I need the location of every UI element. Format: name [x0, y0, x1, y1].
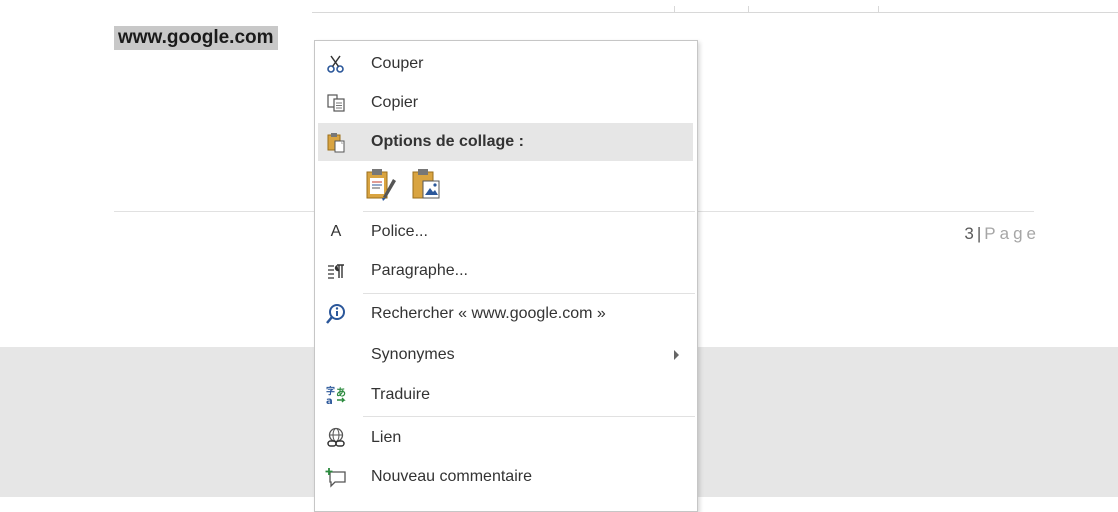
translate-icon: 字aあ: [325, 384, 347, 406]
font-icon: A: [325, 221, 347, 243]
context-menu: Couper Copier Options de collage : A Pol…: [314, 40, 698, 512]
paragraph-icon: [325, 260, 347, 282]
picture-paste-icon[interactable]: [411, 167, 443, 206]
paste-options-row: [365, 167, 443, 205]
menu-item-cut[interactable]: Couper: [315, 45, 697, 83]
paste-icon: [325, 131, 347, 153]
page-number: 3: [964, 224, 975, 243]
menu-item-paragraph[interactable]: Paragraphe...: [315, 252, 697, 290]
menu-item-label: Police...: [371, 223, 428, 240]
menu-item-label: Options de collage :: [371, 133, 524, 150]
page-number-separator: |: [976, 224, 983, 243]
menu-item-label: Rechercher « www.google.com »: [371, 305, 606, 322]
menu-item-label: Lien: [371, 429, 402, 446]
menu-item-copy[interactable]: Copier: [315, 84, 697, 122]
menu-item-label: Copier: [371, 94, 419, 111]
menu-item-label: Traduire: [371, 386, 430, 403]
menu-separator: [363, 211, 695, 212]
svg-text:あ: あ: [336, 386, 346, 399]
menu-item-label: Couper: [371, 55, 424, 72]
menu-item-smart-lookup[interactable]: Rechercher « www.google.com »: [315, 295, 697, 333]
menu-separator: [363, 293, 695, 294]
menu-item-label: Synonymes: [371, 346, 455, 363]
link-icon: [325, 427, 347, 449]
font-glyph: A: [330, 223, 342, 240]
menu-item-link[interactable]: Lien: [315, 419, 697, 457]
new-comment-icon: [325, 466, 347, 488]
page-number-footer: 3 | Page: [964, 224, 1040, 244]
keep-source-formatting-icon[interactable]: [365, 167, 397, 206]
menu-item-label: Nouveau commentaire: [371, 468, 532, 485]
copy-icon: [325, 92, 347, 114]
menu-separator: [363, 416, 695, 417]
selected-url-text[interactable]: www.google.com: [114, 26, 278, 50]
header-border: [312, 0, 1118, 13]
scissors-icon: [325, 53, 347, 75]
menu-item-new-comment[interactable]: Nouveau commentaire: [315, 458, 697, 496]
menu-item-translate[interactable]: 字aあ Traduire: [315, 376, 697, 414]
menu-item-synonyms[interactable]: Synonymes: [315, 336, 697, 374]
menu-item-font[interactable]: A Police...: [315, 213, 697, 251]
menu-item-label: Paragraphe...: [371, 262, 468, 279]
paste-options-header: Options de collage :: [318, 123, 693, 161]
svg-text:a: a: [326, 396, 333, 406]
smart-lookup-icon: [325, 303, 347, 325]
page-word: Page: [984, 224, 1040, 243]
submenu-arrow-icon: [674, 350, 679, 360]
